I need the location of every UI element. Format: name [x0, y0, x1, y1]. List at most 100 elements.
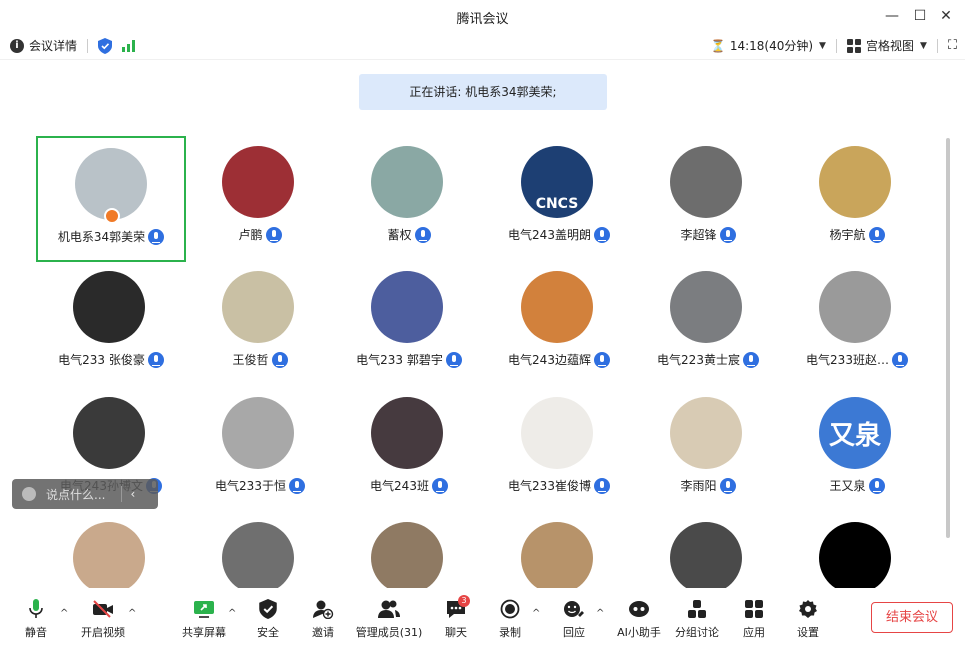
- avatar[interactable]: [222, 397, 294, 469]
- avatar[interactable]: [222, 271, 294, 343]
- avatar[interactable]: [521, 397, 593, 469]
- fullscreen-icon[interactable]: ⛶: [948, 38, 957, 53]
- emoji-icon[interactable]: [22, 487, 36, 501]
- participant-tile[interactable]: 电气233崔俊博: [484, 387, 634, 513]
- participant-name: 李雨阳: [680, 479, 717, 493]
- apps-icon: [724, 598, 784, 620]
- participant-name: 卢鹏: [238, 228, 263, 242]
- avatar[interactable]: [521, 271, 593, 343]
- settings-button[interactable]: 设置: [778, 598, 838, 640]
- start-video-button[interactable]: 开启视频: [73, 598, 133, 640]
- chat-input-float[interactable]: 说点什么... ‹: [12, 479, 158, 509]
- participant-name-row: 电气243边蕴辉: [484, 351, 634, 368]
- avatar[interactable]: [73, 271, 145, 343]
- share-screen-button[interactable]: 共享屏幕: [174, 598, 234, 640]
- participant-name: 王又泉: [829, 479, 866, 493]
- avatar[interactable]: [819, 271, 891, 343]
- participant-name-row: 李超锋: [633, 226, 783, 243]
- avatar[interactable]: [670, 146, 742, 218]
- participant-tile[interactable]: CNCS 电气243盖明朗: [484, 136, 634, 262]
- hourglass-icon: ⏳: [710, 38, 726, 53]
- avatar[interactable]: [819, 522, 891, 594]
- chevron-left-icon[interactable]: ‹: [130, 487, 135, 501]
- host-icon: [104, 208, 120, 224]
- participant-tile[interactable]: 机电系34郭美荣: [36, 136, 186, 262]
- microphone-icon: [288, 477, 305, 494]
- avatar[interactable]: [670, 271, 742, 343]
- participant-name-row: 电气243班: [334, 477, 484, 494]
- meeting-window: 腾讯会议 — ☐ ✕ i 会议详情 ⏳ 14:18(40分钟) ▼ 宫格视图 ▼: [0, 0, 965, 651]
- participant-tile[interactable]: 蓄权: [334, 136, 484, 262]
- ai-assistant-button[interactable]: AI小助手: [609, 598, 669, 640]
- participant-tile[interactable]: 电气233 郭碧宇: [334, 261, 484, 387]
- participant-name: 电气243边蕴辉: [508, 353, 591, 367]
- avatar[interactable]: [371, 146, 443, 218]
- shield-icon: [238, 598, 298, 620]
- participant-tile[interactable]: 电气233班赵…: [782, 261, 932, 387]
- microphone-icon: [891, 351, 908, 368]
- participant-tile[interactable]: 电气233于恒: [185, 387, 335, 513]
- avatar[interactable]: [371, 522, 443, 594]
- chevron-down-icon[interactable]: ▼: [920, 41, 927, 51]
- avatar[interactable]: [819, 146, 891, 218]
- manage-members-button[interactable]: 管理成员(31): [352, 598, 426, 640]
- participant-name: 电气233于恒: [215, 479, 286, 493]
- chat-button[interactable]: 3 聊天: [426, 595, 486, 640]
- invite-button[interactable]: 邀请: [293, 598, 353, 640]
- security-button[interactable]: 安全: [238, 598, 298, 640]
- end-meeting-button[interactable]: 结束会议: [871, 602, 953, 633]
- avatar[interactable]: [222, 146, 294, 218]
- participant-tile[interactable]: 电气243班: [334, 387, 484, 513]
- share-options-caret[interactable]: ^: [228, 608, 236, 619]
- meeting-timer[interactable]: 14:18(40分钟): [730, 37, 813, 54]
- record-button[interactable]: 录制: [480, 598, 540, 640]
- avatar[interactable]: [670, 522, 742, 594]
- mute-button[interactable]: 静音: [6, 598, 66, 640]
- avatar[interactable]: [73, 522, 145, 594]
- avatar[interactable]: 又泉: [819, 397, 891, 469]
- reactions-options-caret[interactable]: ^: [596, 608, 604, 619]
- breakout-button[interactable]: 分组讨论: [667, 598, 727, 640]
- participant-tile[interactable]: 电气223黄士宸: [633, 261, 783, 387]
- info-icon[interactable]: i: [10, 38, 24, 53]
- scrollbar[interactable]: [946, 138, 950, 538]
- participant-name-row: 王俊哲: [185, 351, 335, 368]
- avatar[interactable]: [371, 271, 443, 343]
- participant-tile[interactable]: 李雨阳: [633, 387, 783, 513]
- participant-tile[interactable]: 又泉王又泉: [782, 387, 932, 513]
- avatar[interactable]: [670, 397, 742, 469]
- avatar[interactable]: CNCS: [521, 146, 593, 218]
- title-bar: 腾讯会议 — ☐ ✕: [0, 0, 965, 32]
- participant-name: 电气233 郭碧宇: [356, 353, 443, 367]
- shield-icon[interactable]: [98, 37, 113, 54]
- participant-tile[interactable]: 王俊哲: [185, 261, 335, 387]
- participant-tile[interactable]: 杨宇航: [782, 136, 932, 262]
- avatar[interactable]: [371, 397, 443, 469]
- signal-icon[interactable]: [122, 39, 136, 52]
- avatar[interactable]: [222, 522, 294, 594]
- microphone-icon: [593, 351, 610, 368]
- divider: [87, 38, 89, 53]
- participant-name-row: 机电系34郭美荣: [38, 228, 184, 245]
- chat-placeholder[interactable]: 说点什么...: [46, 486, 105, 503]
- participant-tile[interactable]: 李超锋: [633, 136, 783, 262]
- grid-view-icon: [846, 38, 861, 53]
- participant-tile[interactable]: 电气233 张俊豪: [36, 261, 186, 387]
- apps-button[interactable]: 应用: [724, 598, 784, 640]
- participant-tile[interactable]: 电气243边蕴辉: [484, 261, 634, 387]
- mute-options-caret[interactable]: ^: [60, 608, 68, 619]
- microphone-icon: [868, 477, 885, 494]
- avatar[interactable]: [521, 522, 593, 594]
- reactions-button[interactable]: 回应: [544, 598, 604, 640]
- minimize-button[interactable]: —: [882, 6, 902, 26]
- chevron-down-icon[interactable]: ▼: [819, 41, 826, 51]
- record-options-caret[interactable]: ^: [532, 608, 540, 619]
- maximize-button[interactable]: ☐: [910, 6, 930, 26]
- speaking-banner: 正在讲话: 机电系34郭美荣;: [359, 74, 607, 110]
- video-options-caret[interactable]: ^: [128, 608, 136, 619]
- close-button[interactable]: ✕: [936, 6, 956, 26]
- view-mode-select[interactable]: 宫格视图: [866, 37, 914, 54]
- meeting-details-link[interactable]: 会议详情: [29, 37, 77, 54]
- avatar[interactable]: [73, 397, 145, 469]
- participant-tile[interactable]: 卢鹏: [185, 136, 335, 262]
